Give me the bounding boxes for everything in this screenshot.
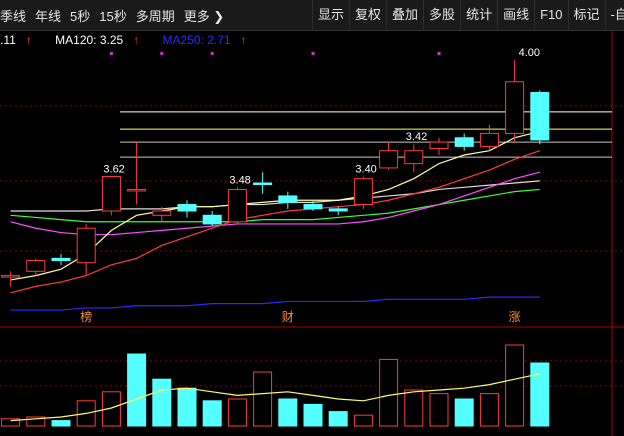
volume-bar xyxy=(353,414,373,427)
price-label: 3.40 xyxy=(355,164,376,176)
candle xyxy=(227,188,247,223)
top-toolbar: 季线年线 5秒 15秒多周期更多 ❯ 显示复权叠加多股统计画线F10标记-自选 xyxy=(0,0,624,31)
volume-bar xyxy=(278,398,298,427)
candle xyxy=(454,137,474,147)
candle xyxy=(278,195,298,203)
price-label: 3.48 xyxy=(229,174,250,186)
signal-dot xyxy=(160,52,164,55)
candle xyxy=(429,141,449,150)
toolbar-button-7[interactable]: 标记 xyxy=(567,0,605,30)
ma250-line xyxy=(10,296,540,311)
candle xyxy=(379,150,399,169)
signal-dot xyxy=(311,52,315,55)
volume-bar xyxy=(328,411,348,427)
candle xyxy=(177,204,197,212)
toolbar-button-8[interactable]: -自选 xyxy=(604,0,624,30)
period-item-3[interactable]: 15秒 xyxy=(99,6,126,25)
candle xyxy=(101,176,121,212)
signal-dot xyxy=(109,52,113,55)
volume-bar xyxy=(379,358,399,427)
candle xyxy=(303,204,323,210)
marker-zhang: 涨 xyxy=(509,309,521,324)
candle xyxy=(26,260,46,272)
ma60-line xyxy=(10,180,540,212)
toolbar-button-1[interactable]: 复权 xyxy=(349,0,386,30)
volume-bar xyxy=(479,393,499,427)
candle xyxy=(51,257,71,262)
candle xyxy=(127,188,147,192)
tool-buttons: 显示复权叠加多股统计画线F10标记-自选 xyxy=(312,0,624,30)
toolbar-button-4[interactable]: 统计 xyxy=(460,0,497,30)
candle xyxy=(253,182,273,185)
volume-bar xyxy=(253,371,273,427)
period-item-5[interactable]: 更多 ❯ xyxy=(184,6,225,25)
price-label: 3.42 xyxy=(406,131,427,143)
marker-bang: 榜 xyxy=(80,309,92,324)
period-item-1[interactable]: 年线 xyxy=(35,6,61,25)
volume-bar xyxy=(429,393,449,427)
signal-dot xyxy=(437,52,441,55)
volume-bar xyxy=(303,403,323,427)
candle xyxy=(202,214,222,225)
candle xyxy=(505,81,525,134)
candle xyxy=(530,92,550,141)
price-label: 4.00 xyxy=(519,47,540,59)
volume-bar xyxy=(530,362,550,427)
period-item-0[interactable]: 季线 xyxy=(0,6,26,25)
candle xyxy=(328,208,348,212)
ma30-line xyxy=(10,188,540,223)
candle xyxy=(76,227,96,264)
volume-bar xyxy=(404,389,424,427)
candle xyxy=(479,132,499,147)
price-label: 3.62 xyxy=(103,164,124,176)
volume-bar xyxy=(152,378,172,427)
volume-bar xyxy=(454,398,474,427)
volume-bar xyxy=(227,398,247,427)
marker-cai: 财 xyxy=(282,310,294,324)
period-item-4[interactable]: 多周期 xyxy=(136,6,175,25)
toolbar-button-0[interactable]: 显示 xyxy=(312,0,349,30)
period-item-2[interactable]: 5秒 xyxy=(70,6,90,25)
toolbar-button-5[interactable]: 画线 xyxy=(497,0,534,30)
candle xyxy=(1,275,21,278)
kline-chart[interactable]: 3.62 3.48 3.40 3.42 4.00 榜 财 涨 xyxy=(0,31,624,436)
toolbar-button-6[interactable]: F10 xyxy=(534,0,567,30)
volume-bar xyxy=(127,353,147,427)
period-switcher: 季线 年线 5秒 15秒 多周期 更多 ❯ xyxy=(0,0,233,30)
toolbar-button-3[interactable]: 多股 xyxy=(423,0,460,30)
volume-bar xyxy=(505,344,525,427)
candle xyxy=(404,150,424,165)
candle xyxy=(353,178,373,206)
volume-bar xyxy=(202,400,222,427)
signal-dot xyxy=(210,52,214,55)
candle xyxy=(152,210,172,216)
volume-bar xyxy=(51,420,71,427)
volume-bar xyxy=(177,387,197,427)
toolbar-button-2[interactable]: 叠加 xyxy=(386,0,423,30)
